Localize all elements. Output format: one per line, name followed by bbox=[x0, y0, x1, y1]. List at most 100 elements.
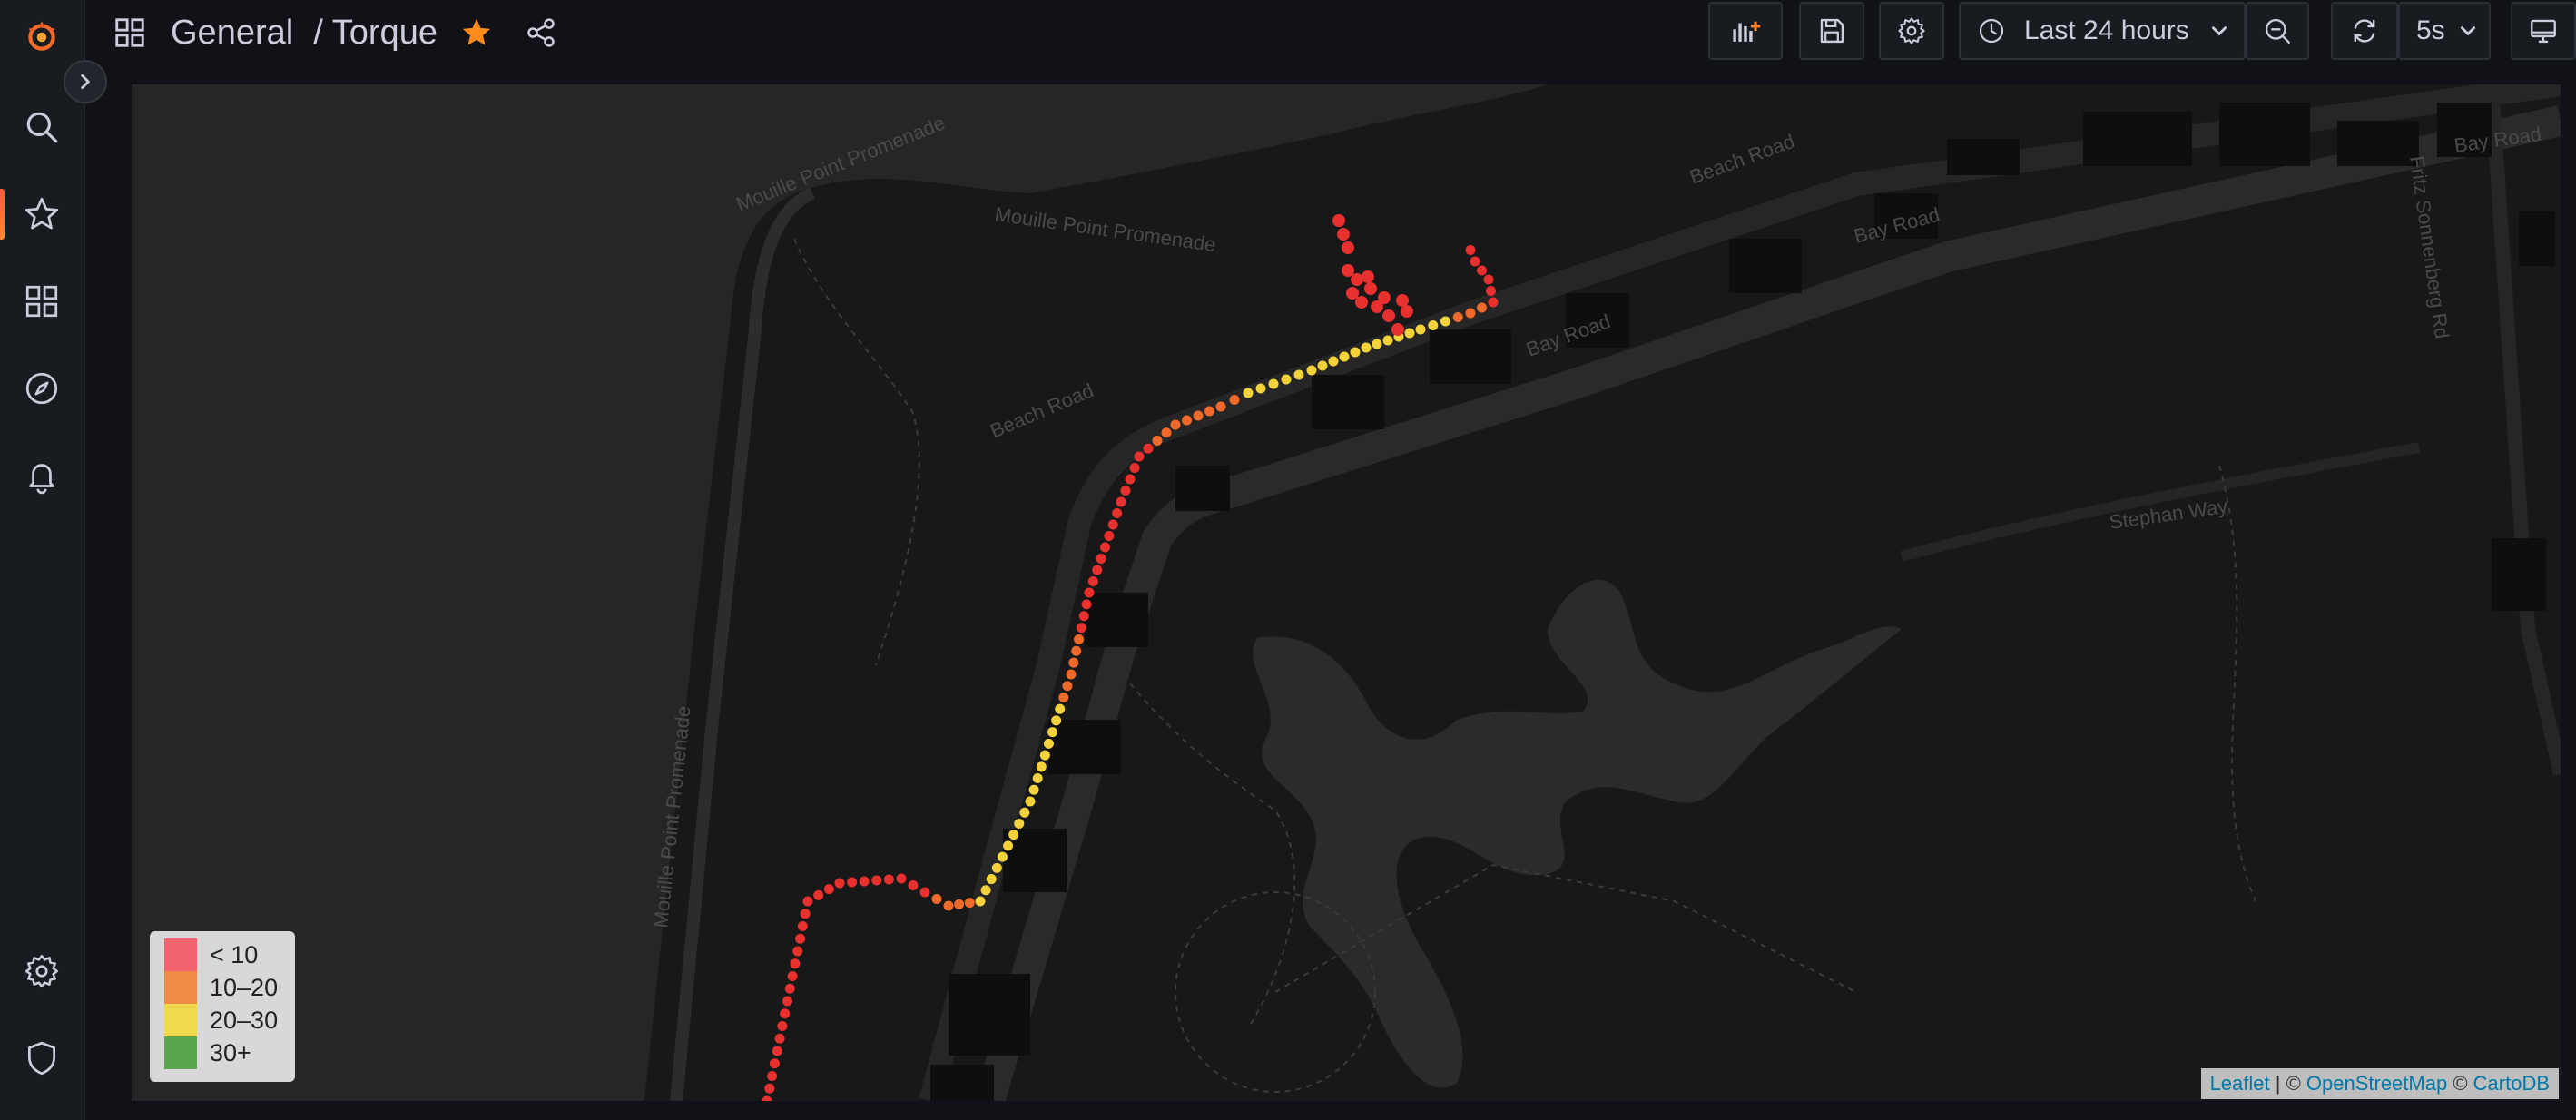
refresh-interval-picker[interactable]: 5s bbox=[2398, 2, 2491, 60]
track-point[interactable] bbox=[847, 877, 858, 888]
track-point[interactable] bbox=[1116, 496, 1126, 507]
track-point[interactable] bbox=[1391, 323, 1404, 336]
track-point[interactable] bbox=[883, 874, 894, 885]
track-point[interactable] bbox=[1306, 365, 1317, 376]
track-point[interactable] bbox=[1428, 320, 1439, 330]
track-point[interactable] bbox=[1342, 264, 1354, 277]
track-point[interactable] bbox=[1483, 274, 1494, 285]
track-point[interactable] bbox=[931, 894, 942, 904]
track-point[interactable] bbox=[1415, 324, 1426, 335]
track-point[interactable] bbox=[1362, 270, 1374, 283]
track-point[interactable] bbox=[1255, 383, 1266, 394]
track-point[interactable] bbox=[1328, 356, 1339, 367]
map-canvas[interactable]: Mouille Point Promenade Mouille Point Pr… bbox=[132, 84, 2561, 1101]
track-point[interactable] bbox=[1071, 645, 1082, 656]
track-point[interactable] bbox=[1382, 335, 1393, 346]
track-point[interactable] bbox=[1401, 305, 1413, 318]
track-point[interactable] bbox=[782, 996, 792, 1007]
track-point[interactable] bbox=[1084, 587, 1095, 598]
track-point[interactable] bbox=[1074, 634, 1085, 644]
track-point[interactable] bbox=[1112, 508, 1123, 518]
track-point[interactable] bbox=[1486, 286, 1496, 296]
track-point[interactable] bbox=[772, 1046, 782, 1056]
track-point[interactable] bbox=[1100, 542, 1110, 553]
track-point[interactable] bbox=[764, 1083, 775, 1094]
track-point[interactable] bbox=[1339, 351, 1350, 362]
track-point[interactable] bbox=[1036, 761, 1047, 772]
zoom-out-button[interactable] bbox=[2246, 2, 2309, 60]
cartodb-link[interactable]: CartoDB bbox=[2473, 1072, 2550, 1095]
geomap-panel[interactable]: Mouille Point Promenade Mouille Point Pr… bbox=[132, 84, 2561, 1101]
alerting-bell-icon[interactable] bbox=[0, 443, 84, 508]
track-point[interactable] bbox=[871, 875, 882, 886]
track-point[interactable] bbox=[802, 896, 813, 907]
track-point[interactable] bbox=[1215, 401, 1226, 412]
track-point[interactable] bbox=[1355, 296, 1368, 309]
track-point[interactable] bbox=[795, 933, 806, 944]
track-point[interactable] bbox=[1229, 395, 1240, 405]
track-point[interactable] bbox=[1350, 347, 1361, 358]
track-point[interactable] bbox=[1092, 565, 1103, 575]
track-point[interactable] bbox=[1470, 256, 1480, 267]
track-point[interactable] bbox=[1047, 727, 1058, 738]
track-point[interactable] bbox=[1332, 214, 1345, 227]
track-point[interactable] bbox=[1193, 410, 1204, 421]
track-point[interactable] bbox=[1028, 784, 1039, 795]
track-point[interactable] bbox=[1066, 669, 1077, 680]
grafana-logo-icon[interactable] bbox=[0, 4, 84, 69]
track-point[interactable] bbox=[823, 884, 834, 895]
track-point[interactable] bbox=[1129, 463, 1140, 473]
track-point[interactable] bbox=[1078, 611, 1089, 622]
track-point[interactable] bbox=[1346, 287, 1359, 300]
track-point[interactable] bbox=[1107, 519, 1118, 530]
track-point[interactable] bbox=[1351, 273, 1363, 286]
track-point[interactable] bbox=[769, 1058, 780, 1069]
track-point[interactable] bbox=[908, 880, 919, 890]
track-point[interactable] bbox=[964, 898, 975, 909]
track-point[interactable] bbox=[1152, 436, 1163, 446]
explore-compass-icon[interactable] bbox=[0, 356, 84, 421]
track-point[interactable] bbox=[1025, 796, 1036, 807]
track-point[interactable] bbox=[767, 1071, 778, 1081]
track-point[interactable] bbox=[943, 900, 954, 911]
configuration-gear-icon[interactable] bbox=[0, 938, 84, 1004]
track-point[interactable] bbox=[1019, 807, 1030, 818]
track-point[interactable] bbox=[1182, 415, 1192, 426]
track-point[interactable] bbox=[1268, 378, 1279, 389]
add-panel-button[interactable] bbox=[1708, 2, 1783, 60]
starred-nav-item[interactable] bbox=[0, 182, 84, 247]
track-point[interactable] bbox=[980, 885, 991, 896]
track-point[interactable] bbox=[1488, 297, 1499, 308]
track-point[interactable] bbox=[1465, 245, 1476, 255]
expand-sidebar-button[interactable] bbox=[64, 60, 107, 103]
track-point[interactable] bbox=[1382, 309, 1395, 322]
track-point[interactable] bbox=[784, 983, 795, 994]
track-point[interactable] bbox=[1143, 443, 1154, 454]
track-point[interactable] bbox=[813, 889, 824, 900]
star-icon[interactable] bbox=[459, 15, 494, 50]
track-point[interactable] bbox=[991, 862, 1002, 873]
track-point[interactable] bbox=[1161, 427, 1172, 438]
track-point[interactable] bbox=[954, 899, 965, 909]
leaflet-link[interactable]: Leaflet bbox=[2210, 1072, 2270, 1095]
track-point[interactable] bbox=[1134, 451, 1145, 462]
track-point[interactable] bbox=[1342, 241, 1354, 254]
openstreetmap-link[interactable]: OpenStreetMap bbox=[2306, 1072, 2447, 1095]
dashboard-title[interactable]: Torque bbox=[332, 14, 438, 53]
track-point[interactable] bbox=[797, 921, 808, 931]
track-point[interactable] bbox=[1104, 531, 1115, 541]
track-point[interactable] bbox=[1008, 830, 1019, 840]
track-point[interactable] bbox=[1062, 681, 1073, 692]
track-point[interactable] bbox=[986, 874, 997, 885]
track-point[interactable] bbox=[1081, 599, 1092, 610]
track-point[interactable] bbox=[1281, 374, 1292, 385]
track-point[interactable] bbox=[1055, 703, 1066, 714]
track-point[interactable] bbox=[1452, 312, 1463, 322]
track-point[interactable] bbox=[1014, 818, 1025, 829]
track-point[interactable] bbox=[792, 946, 803, 957]
track-point[interactable] bbox=[780, 1008, 791, 1019]
dashboard-settings-button[interactable] bbox=[1879, 2, 1944, 60]
track-point[interactable] bbox=[997, 851, 1008, 862]
track-point[interactable] bbox=[1204, 406, 1214, 417]
track-point[interactable] bbox=[919, 887, 930, 898]
